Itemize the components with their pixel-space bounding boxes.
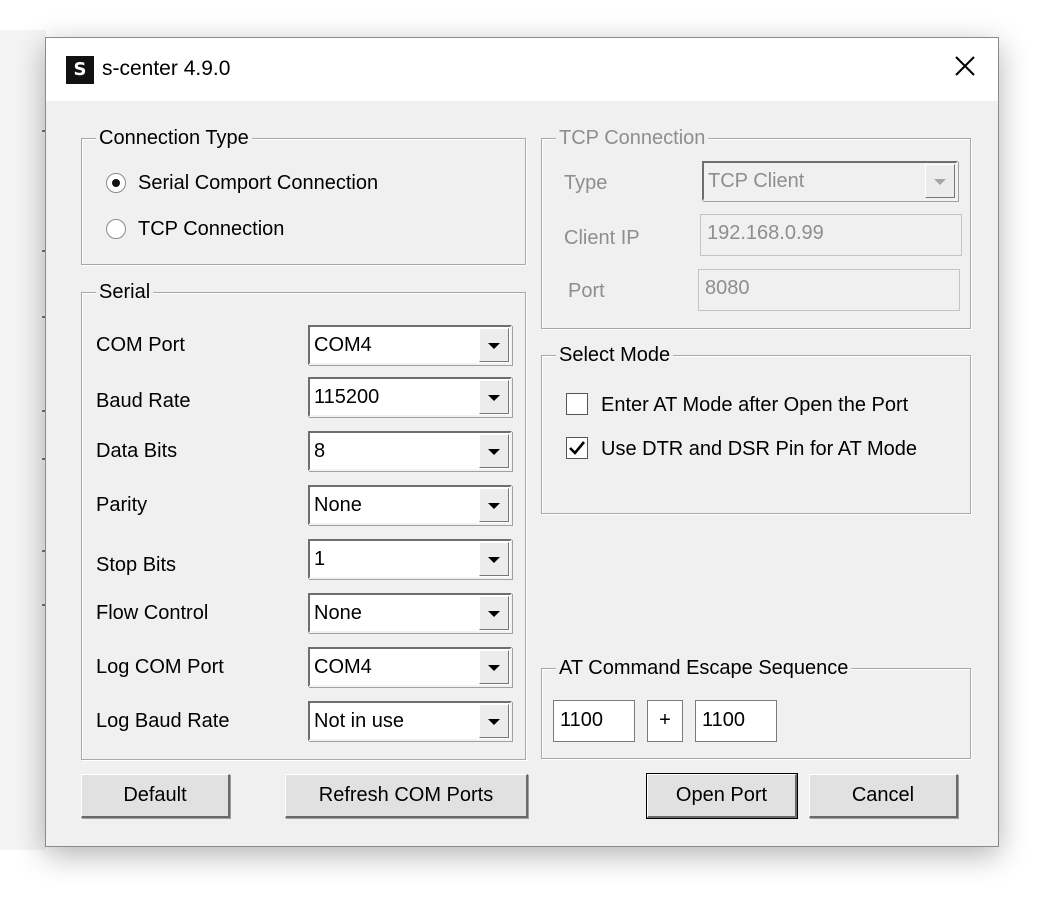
log-com-port-select[interactable]: COM4 (308, 647, 512, 687)
flow-control-value: None (314, 602, 362, 624)
parity-label: Parity (96, 494, 148, 516)
flow-control-select[interactable]: None (308, 593, 512, 633)
refresh-com-ports-button[interactable]: Refresh COM Ports (285, 774, 528, 818)
select-mode-legend: Select Mode (556, 343, 674, 367)
baud-rate-select[interactable]: 115200 (308, 377, 512, 417)
tcp-connection-label[interactable]: TCP Connection (138, 217, 284, 241)
baud-rate-value: 115200 (314, 386, 380, 408)
dropdown-arrow-button[interactable] (479, 380, 509, 414)
dropdown-arrow-button[interactable] (479, 542, 509, 576)
serial-legend: Serial (96, 280, 154, 304)
tcp-connection-legend: TCP Connection (556, 126, 709, 150)
parity-value: None (314, 494, 362, 516)
chevron-down-icon (488, 665, 500, 671)
client-ip-label: Client IP (564, 227, 640, 249)
com-port-select[interactable]: COM4 (308, 325, 512, 365)
tcp-connection-radio[interactable] (106, 219, 126, 239)
data-bits-label: Data Bits (96, 440, 178, 462)
dropdown-arrow-button[interactable] (925, 164, 955, 198)
tcp-type-value: TCP Client (708, 170, 805, 192)
escape-plus-field[interactable]: + (647, 700, 683, 742)
tcp-type-select[interactable]: TCP Client (702, 161, 958, 201)
chevron-down-icon (488, 719, 500, 725)
stop-bits-select[interactable]: 1 (308, 539, 512, 579)
log-com-port-label: Log COM Port (96, 656, 224, 678)
dropdown-arrow-button[interactable] (479, 434, 509, 468)
port-label: Port (568, 280, 605, 302)
log-com-port-value: COM4 (314, 656, 372, 678)
log-baud-rate-label: Log Baud Rate (96, 710, 230, 732)
cancel-button[interactable]: Cancel (809, 774, 958, 818)
title-bar: S s-center 4.9.0 (46, 38, 998, 101)
chevron-down-icon (488, 557, 500, 563)
client-ip-input[interactable]: 192.168.0.99 (700, 214, 962, 256)
app-logo-icon: S (66, 56, 94, 84)
stop-bits-label: Stop Bits (96, 554, 177, 576)
com-port-label: COM Port (96, 334, 185, 356)
serial-comport-radio[interactable] (106, 173, 126, 193)
escape-sequence-legend: AT Command Escape Sequence (556, 656, 852, 680)
dropdown-arrow-button[interactable] (479, 328, 509, 362)
checkmark-icon (569, 441, 586, 455)
stop-bits-value: 1 (314, 548, 326, 570)
chevron-down-icon (488, 611, 500, 617)
chevron-down-icon (488, 503, 500, 509)
dtr-dsr-label[interactable]: Use DTR and DSR Pin for AT Mode (601, 437, 917, 461)
dialog-window: S s-center 4.9.0 Connection Type Serial … (45, 37, 999, 847)
dropdown-arrow-button[interactable] (479, 488, 509, 522)
escape-after-input[interactable]: 1100 (695, 700, 777, 742)
parity-select[interactable]: None (308, 485, 512, 525)
tcp-connection-group: TCP Connection Type TCP Client Client IP… (541, 126, 971, 329)
chevron-down-icon (488, 449, 500, 455)
window-title: s-center 4.9.0 (102, 57, 231, 80)
open-port-button[interactable]: Open Port (646, 773, 798, 819)
baud-rate-label: Baud Rate (96, 390, 191, 412)
connection-type-group: Connection Type Serial Comport Connectio… (81, 126, 526, 265)
connection-type-legend: Connection Type (96, 126, 252, 150)
background-window-edge (0, 30, 46, 850)
chevron-down-icon (934, 179, 946, 185)
at-mode-label[interactable]: Enter AT Mode after Open the Port (601, 393, 908, 417)
dropdown-arrow-button[interactable] (479, 596, 509, 630)
flow-control-label: Flow Control (96, 602, 209, 624)
chevron-down-icon (488, 395, 500, 401)
dtr-dsr-checkbox[interactable] (566, 437, 588, 459)
tcp-type-label: Type (564, 172, 608, 194)
at-mode-checkbox[interactable] (566, 393, 588, 415)
escape-before-input[interactable]: 1100 (553, 700, 635, 742)
select-mode-group: Select Mode Enter AT Mode after Open the… (541, 343, 971, 514)
dropdown-arrow-button[interactable] (479, 704, 509, 738)
escape-sequence-group: AT Command Escape Sequence 1100 + 1100 (541, 656, 971, 759)
data-bits-value: 8 (314, 440, 326, 462)
serial-comport-label[interactable]: Serial Comport Connection (138, 171, 378, 195)
port-input[interactable]: 8080 (698, 269, 960, 311)
com-port-value: COM4 (314, 334, 372, 356)
log-baud-rate-select[interactable]: Not in use (308, 701, 512, 741)
data-bits-select[interactable]: 8 (308, 431, 512, 471)
chevron-down-icon (488, 343, 500, 349)
dropdown-arrow-button[interactable] (479, 650, 509, 684)
serial-group: Serial COM Port COM4 Baud Rate 115200 Da… (81, 280, 526, 760)
default-button[interactable]: Default (81, 774, 230, 818)
close-button[interactable] (940, 50, 990, 90)
close-icon (955, 56, 975, 76)
log-baud-rate-value: Not in use (314, 710, 405, 732)
